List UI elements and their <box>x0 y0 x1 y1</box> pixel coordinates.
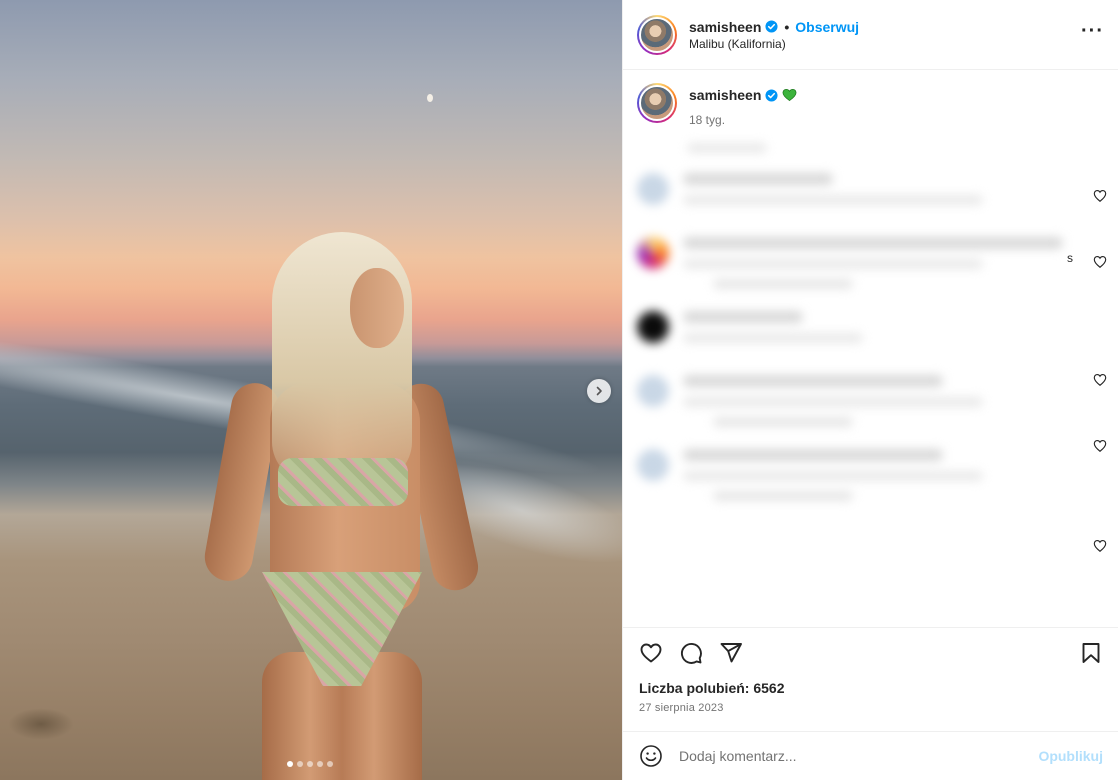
comment-bubble-icon[interactable] <box>679 641 703 665</box>
share-send-icon[interactable] <box>719 641 743 665</box>
comment-like-icon[interactable] <box>1093 539 1107 553</box>
comment-item <box>637 237 1105 289</box>
emoji-smiley-icon[interactable] <box>639 744 663 768</box>
moon <box>427 94 433 102</box>
truncated-text: s <box>1067 251 1073 265</box>
caption-avatar[interactable] <box>637 83 677 123</box>
comment-like-icon[interactable] <box>1093 189 1107 203</box>
comment-item <box>637 449 1105 501</box>
verified-badge-icon <box>765 88 778 102</box>
add-comment-bar: Opublikuj <box>623 731 1118 780</box>
likes-count[interactable]: Liczba polubień: 6562 <box>639 680 1103 696</box>
comments-panel[interactable]: samisheen 18 tyg. s <box>623 71 1118 627</box>
follow-button[interactable]: Obserwuj <box>795 19 859 35</box>
carousel-dot <box>327 761 333 767</box>
verified-badge-icon <box>765 20 778 33</box>
post-header: samisheen • Obserwuj Malibu (Kalifornia)… <box>623 0 1118 70</box>
face <box>350 268 404 348</box>
chevron-right-icon <box>596 386 602 396</box>
comment-item <box>637 311 1105 353</box>
author-username[interactable]: samisheen <box>689 19 761 35</box>
comment-item <box>637 375 1105 427</box>
post-sidebar: samisheen • Obserwuj Malibu (Kalifornia)… <box>622 0 1118 780</box>
carousel-indicator <box>287 761 333 767</box>
more-options-button[interactable]: ··· <box>1081 21 1104 44</box>
carousel-dot <box>307 761 313 767</box>
post-date: 27 sierpnia 2023 <box>639 702 724 714</box>
carousel-dot <box>287 761 293 767</box>
post-actions: Liczba polubień: 6562 27 sierpnia 2023 <box>623 627 1118 714</box>
caption: samisheen 18 tyg. <box>623 71 1118 139</box>
comment-like-icon[interactable] <box>1093 373 1107 387</box>
green-heart-icon <box>782 88 797 102</box>
caption-username[interactable]: samisheen <box>689 87 761 103</box>
comment-input[interactable] <box>679 748 1039 764</box>
carousel-next-button[interactable] <box>587 379 611 403</box>
hair <box>272 232 412 482</box>
blurred-comments <box>623 143 1118 501</box>
comment-item <box>637 173 1105 215</box>
separator-dot: • <box>784 18 790 35</box>
bikini-top <box>278 458 408 506</box>
carousel-dot <box>297 761 303 767</box>
post-photo[interactable] <box>0 0 622 780</box>
comment-like-icon[interactable] <box>1093 439 1107 453</box>
like-heart-icon[interactable] <box>639 641 663 665</box>
caption-timestamp: 18 tyg. <box>689 113 726 127</box>
person-figure <box>200 232 510 780</box>
footprint <box>8 708 74 740</box>
author-avatar[interactable] <box>637 14 677 55</box>
bookmark-icon[interactable] <box>1079 641 1103 665</box>
post-location[interactable]: Malibu (Kalifornia) <box>689 37 859 51</box>
publish-button[interactable]: Opublikuj <box>1038 748 1103 764</box>
carousel-dot <box>317 761 323 767</box>
comment-like-icon[interactable] <box>1093 255 1107 269</box>
